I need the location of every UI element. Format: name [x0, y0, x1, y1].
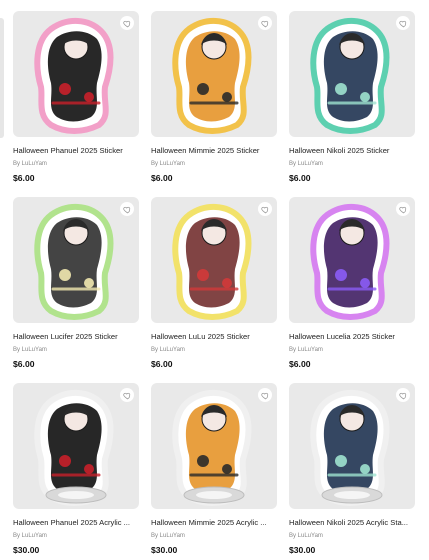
product-thumbnail[interactable]: [289, 11, 415, 137]
sticker-artwork: [13, 197, 139, 323]
product-price: $6.00: [289, 359, 311, 369]
acrylic-stand-artwork: [289, 383, 415, 509]
product-thumbnail[interactable]: [13, 197, 139, 323]
sticker-illustration: [172, 18, 252, 134]
favorite-button[interactable]: [396, 16, 410, 30]
product-author[interactable]: By LuLuYam: [13, 533, 139, 539]
product-title[interactable]: Halloween Nikoli 2025 Acrylic Sta...: [289, 518, 415, 527]
product-card[interactable]: Halloween Phanuel 2025 Sticker By LuLuYa…: [13, 11, 139, 183]
product-thumbnail[interactable]: [13, 11, 139, 137]
product-card[interactable]: Halloween Lucifer 2025 Sticker By LuLuYa…: [13, 197, 139, 369]
product-price: $30.00: [151, 545, 178, 555]
product-title[interactable]: Halloween Mimmie 2025 Acrylic ...: [151, 518, 277, 527]
product-title[interactable]: Halloween Lucifer 2025 Sticker: [13, 332, 139, 341]
heart-icon: [260, 20, 268, 27]
product-price: $6.00: [289, 173, 311, 183]
sticker-illustration: [172, 204, 252, 320]
heart-icon: [398, 20, 406, 27]
product-title[interactable]: Halloween Lucelia 2025 Sticker: [289, 332, 415, 341]
heart-icon: [398, 206, 406, 213]
product-card[interactable]: Halloween LuLu 2025 Sticker By LuLuYam $…: [151, 197, 277, 369]
heart-icon: [260, 206, 268, 213]
product-title[interactable]: Halloween Phanuel 2025 Acrylic ...: [13, 518, 139, 527]
sticker-artwork: [151, 197, 277, 323]
heart-icon: [122, 206, 130, 213]
favorite-button[interactable]: [258, 16, 272, 30]
product-card[interactable]: Halloween Mimmie 2025 Acrylic ... By LuL…: [151, 383, 277, 555]
favorite-button[interactable]: [258, 202, 272, 216]
sticker-artwork: [289, 197, 415, 323]
product-author[interactable]: By LuLuYam: [13, 347, 139, 353]
sticker-artwork: [13, 11, 139, 137]
product-author[interactable]: By LuLuYam: [151, 161, 277, 167]
acrylic-stand-illustration: [310, 390, 390, 506]
product-thumbnail[interactable]: [13, 383, 139, 509]
product-card[interactable]: Halloween Nikoli 2025 Acrylic Sta... By …: [289, 383, 415, 555]
product-grid: Halloween Phanuel 2025 Sticker By LuLuYa…: [0, 0, 429, 560]
sticker-illustration: [34, 18, 114, 134]
product-title[interactable]: Halloween Nikoli 2025 Sticker: [289, 146, 415, 155]
product-thumbnail[interactable]: [151, 11, 277, 137]
product-card[interactable]: Halloween Mimmie 2025 Sticker By LuLuYam…: [151, 11, 277, 183]
product-author[interactable]: By LuLuYam: [151, 533, 277, 539]
acrylic-stand-illustration: [172, 390, 252, 506]
sticker-illustration: [310, 18, 390, 134]
product-thumbnail[interactable]: [151, 197, 277, 323]
product-price: $6.00: [151, 173, 173, 183]
heart-icon: [122, 20, 130, 27]
favorite-button[interactable]: [120, 202, 134, 216]
heart-icon: [398, 392, 406, 399]
product-author[interactable]: By LuLuYam: [289, 347, 415, 353]
product-author[interactable]: By LuLuYam: [289, 161, 415, 167]
product-card[interactable]: Halloween Phanuel 2025 Acrylic ... By Lu…: [13, 383, 139, 555]
favorite-button[interactable]: [120, 388, 134, 402]
product-price: $30.00: [289, 545, 316, 555]
product-title[interactable]: Halloween LuLu 2025 Sticker: [151, 332, 277, 341]
product-card[interactable]: Halloween Nikoli 2025 Sticker By LuLuYam…: [289, 11, 415, 183]
heart-icon: [260, 392, 268, 399]
acrylic-stand-illustration: [34, 390, 114, 506]
sticker-artwork: [289, 11, 415, 137]
favorite-button[interactable]: [396, 202, 410, 216]
product-title[interactable]: Halloween Mimmie 2025 Sticker: [151, 146, 277, 155]
heart-icon: [122, 392, 130, 399]
sticker-illustration: [34, 204, 114, 320]
product-author[interactable]: By LuLuYam: [13, 161, 139, 167]
product-price: $6.00: [151, 359, 173, 369]
sticker-illustration: [310, 204, 390, 320]
favorite-button[interactable]: [396, 388, 410, 402]
product-thumbnail[interactable]: [151, 383, 277, 509]
acrylic-stand-artwork: [13, 383, 139, 509]
product-author[interactable]: By LuLuYam: [151, 347, 277, 353]
product-price: $6.00: [13, 359, 35, 369]
product-card[interactable]: Halloween Lucelia 2025 Sticker By LuLuYa…: [289, 197, 415, 369]
sticker-artwork: [151, 11, 277, 137]
product-author[interactable]: By LuLuYam: [289, 533, 415, 539]
product-price: $6.00: [13, 173, 35, 183]
product-title[interactable]: Halloween Phanuel 2025 Sticker: [13, 146, 139, 155]
product-thumbnail[interactable]: [289, 383, 415, 509]
product-thumbnail[interactable]: [289, 197, 415, 323]
favorite-button[interactable]: [258, 388, 272, 402]
product-price: $30.00: [13, 545, 40, 555]
acrylic-stand-artwork: [151, 383, 277, 509]
favorite-button[interactable]: [120, 16, 134, 30]
